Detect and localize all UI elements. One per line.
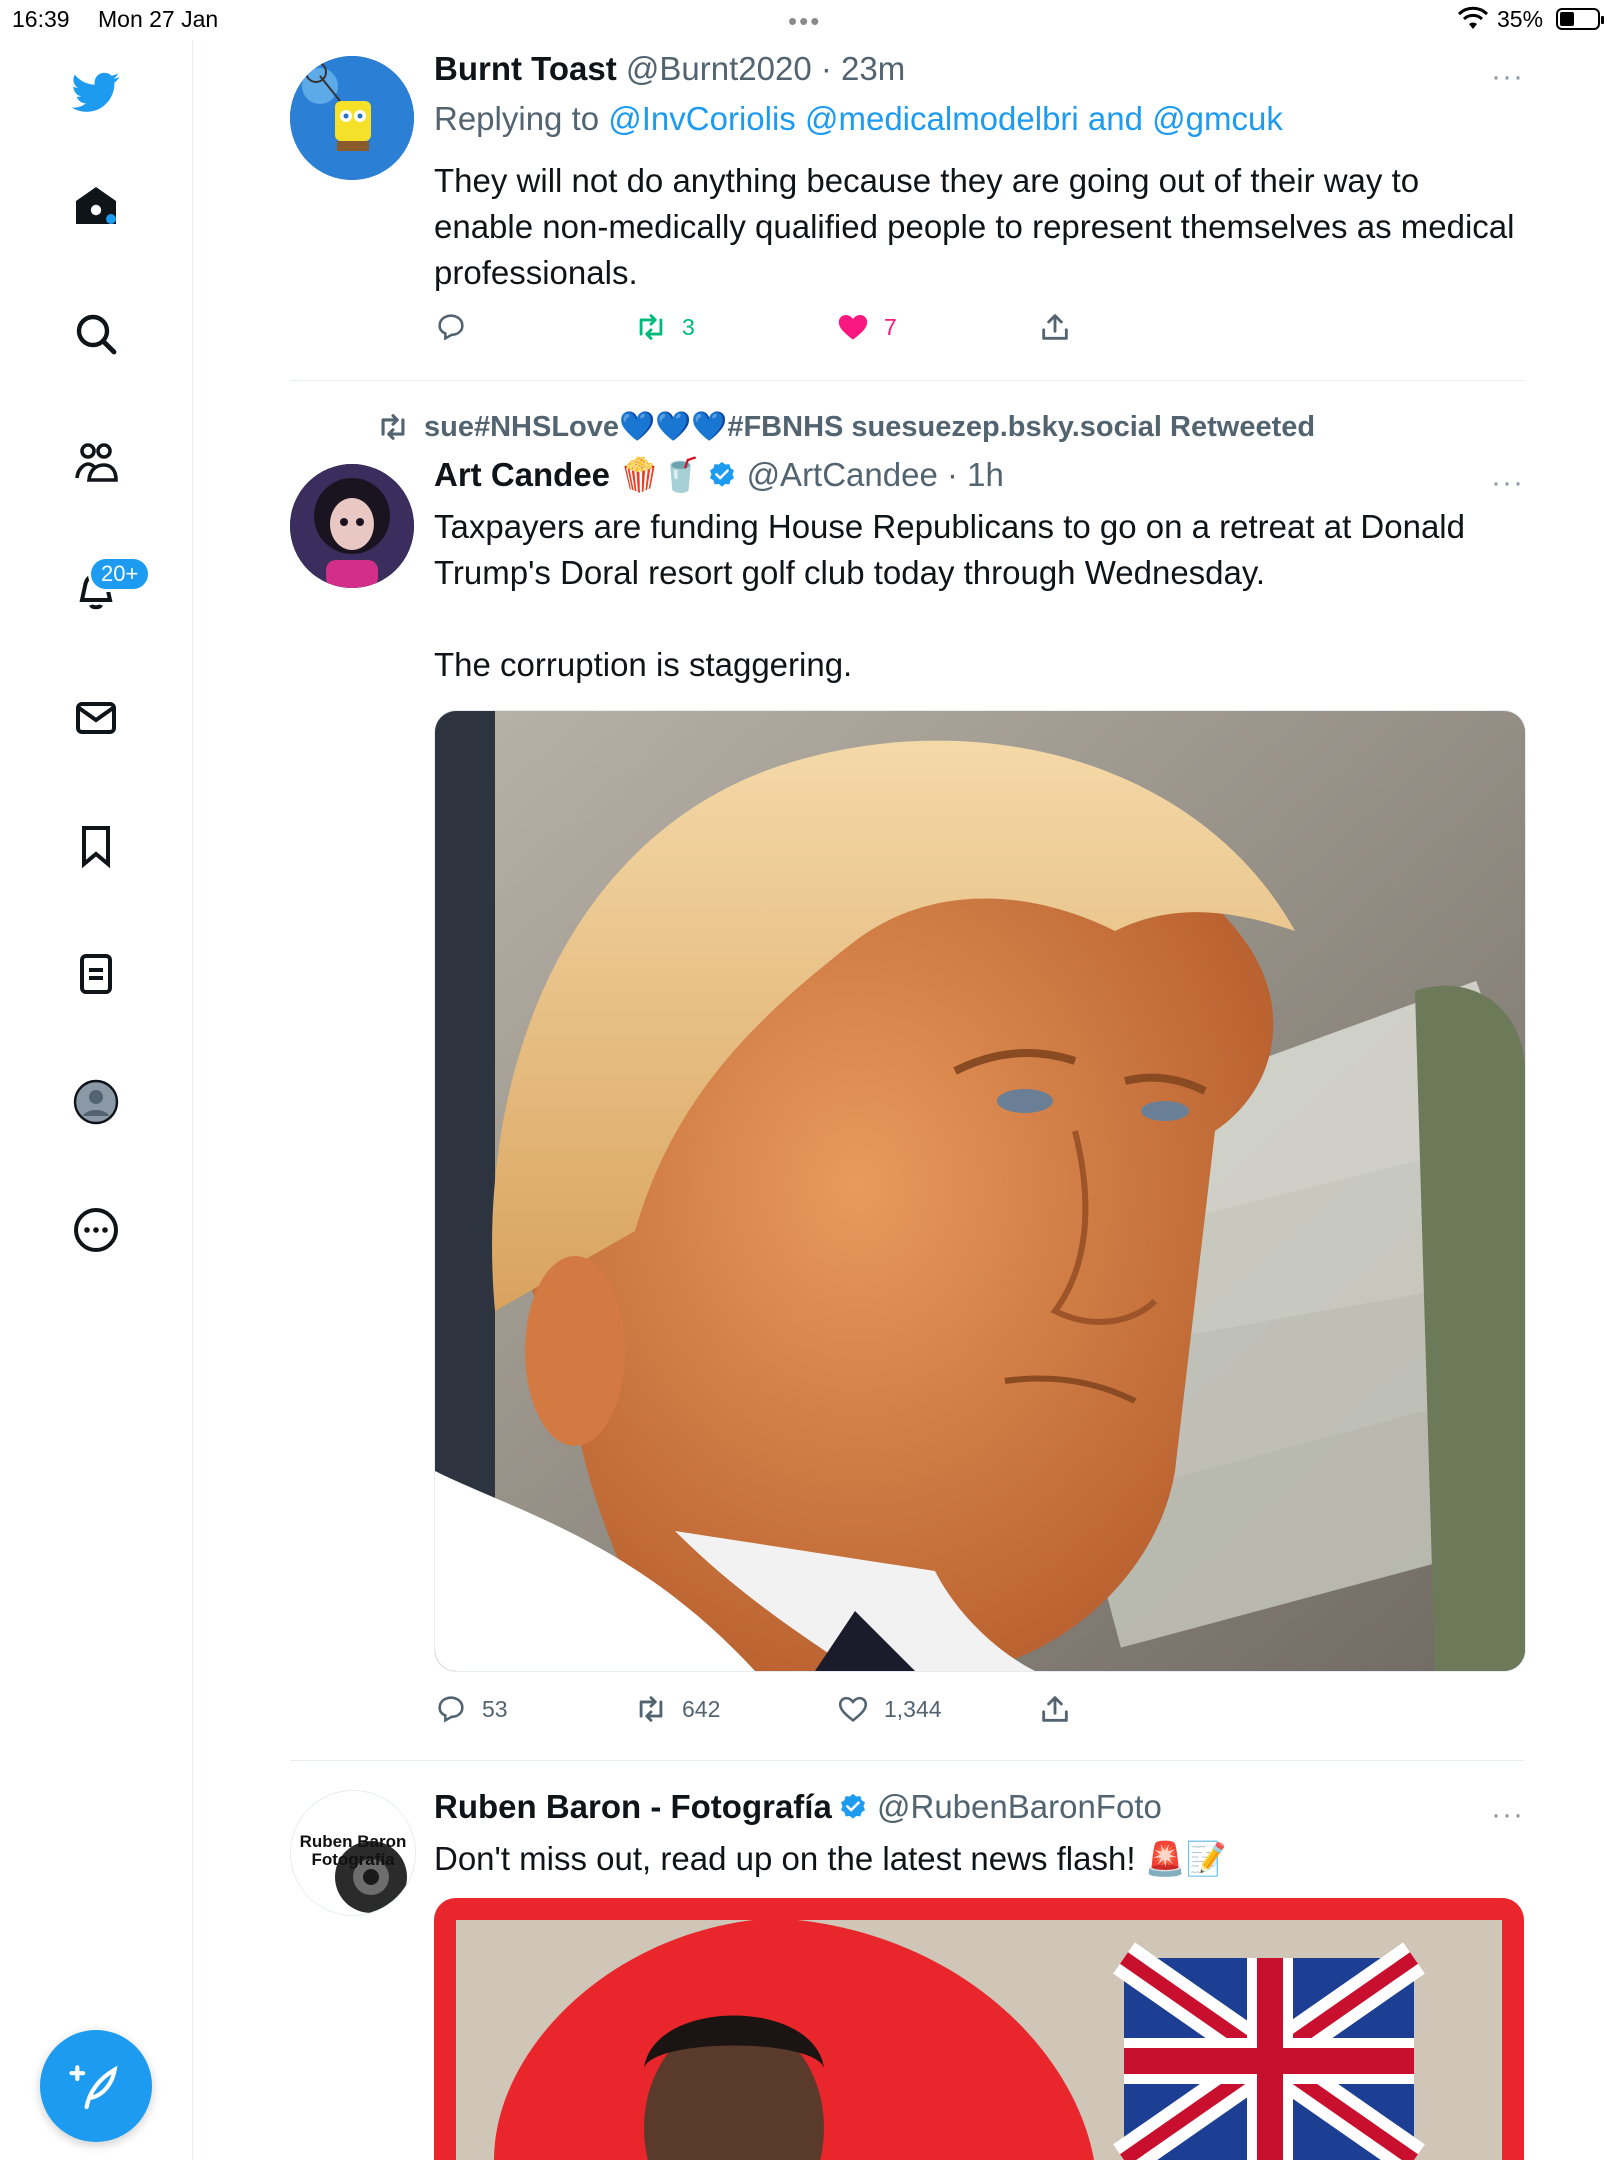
tweet-ruben-baron[interactable]: Ruben Baron Fotografía Ruben Baron - Fot…: [290, 1760, 1524, 2160]
tweet-image[interactable]: [434, 1898, 1524, 2160]
avatar[interactable]: [290, 56, 414, 180]
more-icon[interactable]: [70, 1204, 122, 1256]
tweet-text: Don't miss out, read up on the latest ne…: [434, 1840, 1227, 1877]
share-icon: [1042, 314, 1068, 340]
home-unread-dot: [106, 214, 116, 224]
user-handle[interactable]: @ArtCandee: [747, 456, 938, 493]
tweet-text: Taxpayers are funding House Republicans …: [434, 508, 1465, 683]
share-icon: [1042, 1696, 1068, 1722]
notifications-badge: 20+: [88, 556, 152, 592]
more-options-icon[interactable]: ···: [1484, 1798, 1524, 1831]
retweet-count: 642: [682, 1695, 721, 1722]
status-time: 16:39: [12, 6, 70, 32]
tweet-art-candee[interactable]: Art Candee 🍿🥤 @ArtCandee · 1h ··· Taxpay…: [290, 380, 1526, 1760]
heart-icon: [838, 1696, 868, 1722]
replying-to-prefix: Replying to: [434, 100, 609, 137]
display-name[interactable]: Art Candee 🍿🥤: [434, 456, 701, 493]
tweet-header: Burnt Toast @Burnt2020 · 23m: [434, 50, 906, 87]
replying-to-handles[interactable]: @InvCoriolis @medicalmodelbri and @gmcuk: [608, 100, 1283, 137]
status-date: Mon 27 Jan: [98, 6, 219, 32]
tweet-header: Ruben Baron - Fotografía @RubenBaronFoto: [434, 1788, 1162, 1826]
like-count: 7: [884, 313, 897, 340]
display-name[interactable]: Burnt Toast: [434, 50, 617, 87]
heart-filled-icon: [838, 314, 868, 340]
sidebar: 20+: [0, 40, 193, 2160]
share-button[interactable]: [1038, 1692, 1072, 1726]
like-button[interactable]: 1,344: [836, 1692, 942, 1726]
tweet-actions: 3 7: [434, 310, 1524, 350]
reply-button[interactable]: [434, 310, 468, 344]
user-handle[interactable]: @Burnt2020: [626, 50, 812, 87]
reply-button[interactable]: 53: [434, 1692, 508, 1726]
share-button[interactable]: [1038, 310, 1072, 344]
avatar[interactable]: [290, 464, 414, 588]
search-icon[interactable]: [70, 308, 122, 360]
tweet-header: Art Candee 🍿🥤 @ArtCandee · 1h: [434, 456, 1004, 493]
like-button[interactable]: 7: [836, 310, 897, 344]
avatar-text: Ruben Baron Fotografía: [299, 1832, 407, 1869]
compose-button[interactable]: [40, 2030, 152, 2142]
user-handle[interactable]: @RubenBaronFoto: [877, 1788, 1162, 1825]
messages-icon[interactable]: [70, 692, 122, 744]
replying-to: Replying to @InvCoriolis @medicalmodelbr…: [434, 100, 1283, 138]
bookmarks-icon[interactable]: [70, 820, 122, 872]
compose-feather-icon: [69, 2065, 118, 2110]
tweet-time[interactable]: 23m: [841, 50, 905, 87]
like-count: 1,344: [884, 1695, 942, 1722]
more-options-icon[interactable]: ···: [1484, 466, 1524, 499]
tweet-time[interactable]: 1h: [967, 456, 1004, 493]
reply-count: 53: [482, 1695, 508, 1722]
tweet-burnt-toast[interactable]: Burnt Toast @Burnt2020 · 23m ··· Replyin…: [290, 0, 1524, 380]
communities-icon[interactable]: [70, 436, 122, 488]
lists-icon[interactable]: [70, 948, 122, 1000]
retweet-icon: [639, 314, 663, 340]
tweet-image[interactable]: [434, 710, 1526, 1672]
twitter-logo-icon[interactable]: [70, 66, 122, 118]
verified-badge-icon: [710, 461, 735, 487]
retweet-button[interactable]: 642: [634, 1692, 720, 1726]
verified-badge-icon: [840, 1793, 865, 1819]
retweet-count: 3: [682, 313, 695, 340]
avatar[interactable]: Ruben Baron Fotografía: [290, 1790, 416, 1916]
reply-icon: [438, 1696, 464, 1723]
retweet-icon: [639, 1696, 663, 1722]
tweet-text: They will not do anything because they a…: [434, 162, 1524, 291]
reply-icon: [438, 314, 464, 341]
retweet-button[interactable]: 3: [634, 310, 695, 344]
home-icon[interactable]: [70, 180, 122, 232]
more-options-icon[interactable]: ···: [1484, 60, 1524, 93]
display-name[interactable]: Ruben Baron - Fotografía: [434, 1788, 832, 1825]
tweet-actions: 53 642 1,344: [434, 1692, 1524, 1732]
profile-icon[interactable]: [70, 1076, 122, 1128]
battery-icon: [1556, 8, 1604, 30]
